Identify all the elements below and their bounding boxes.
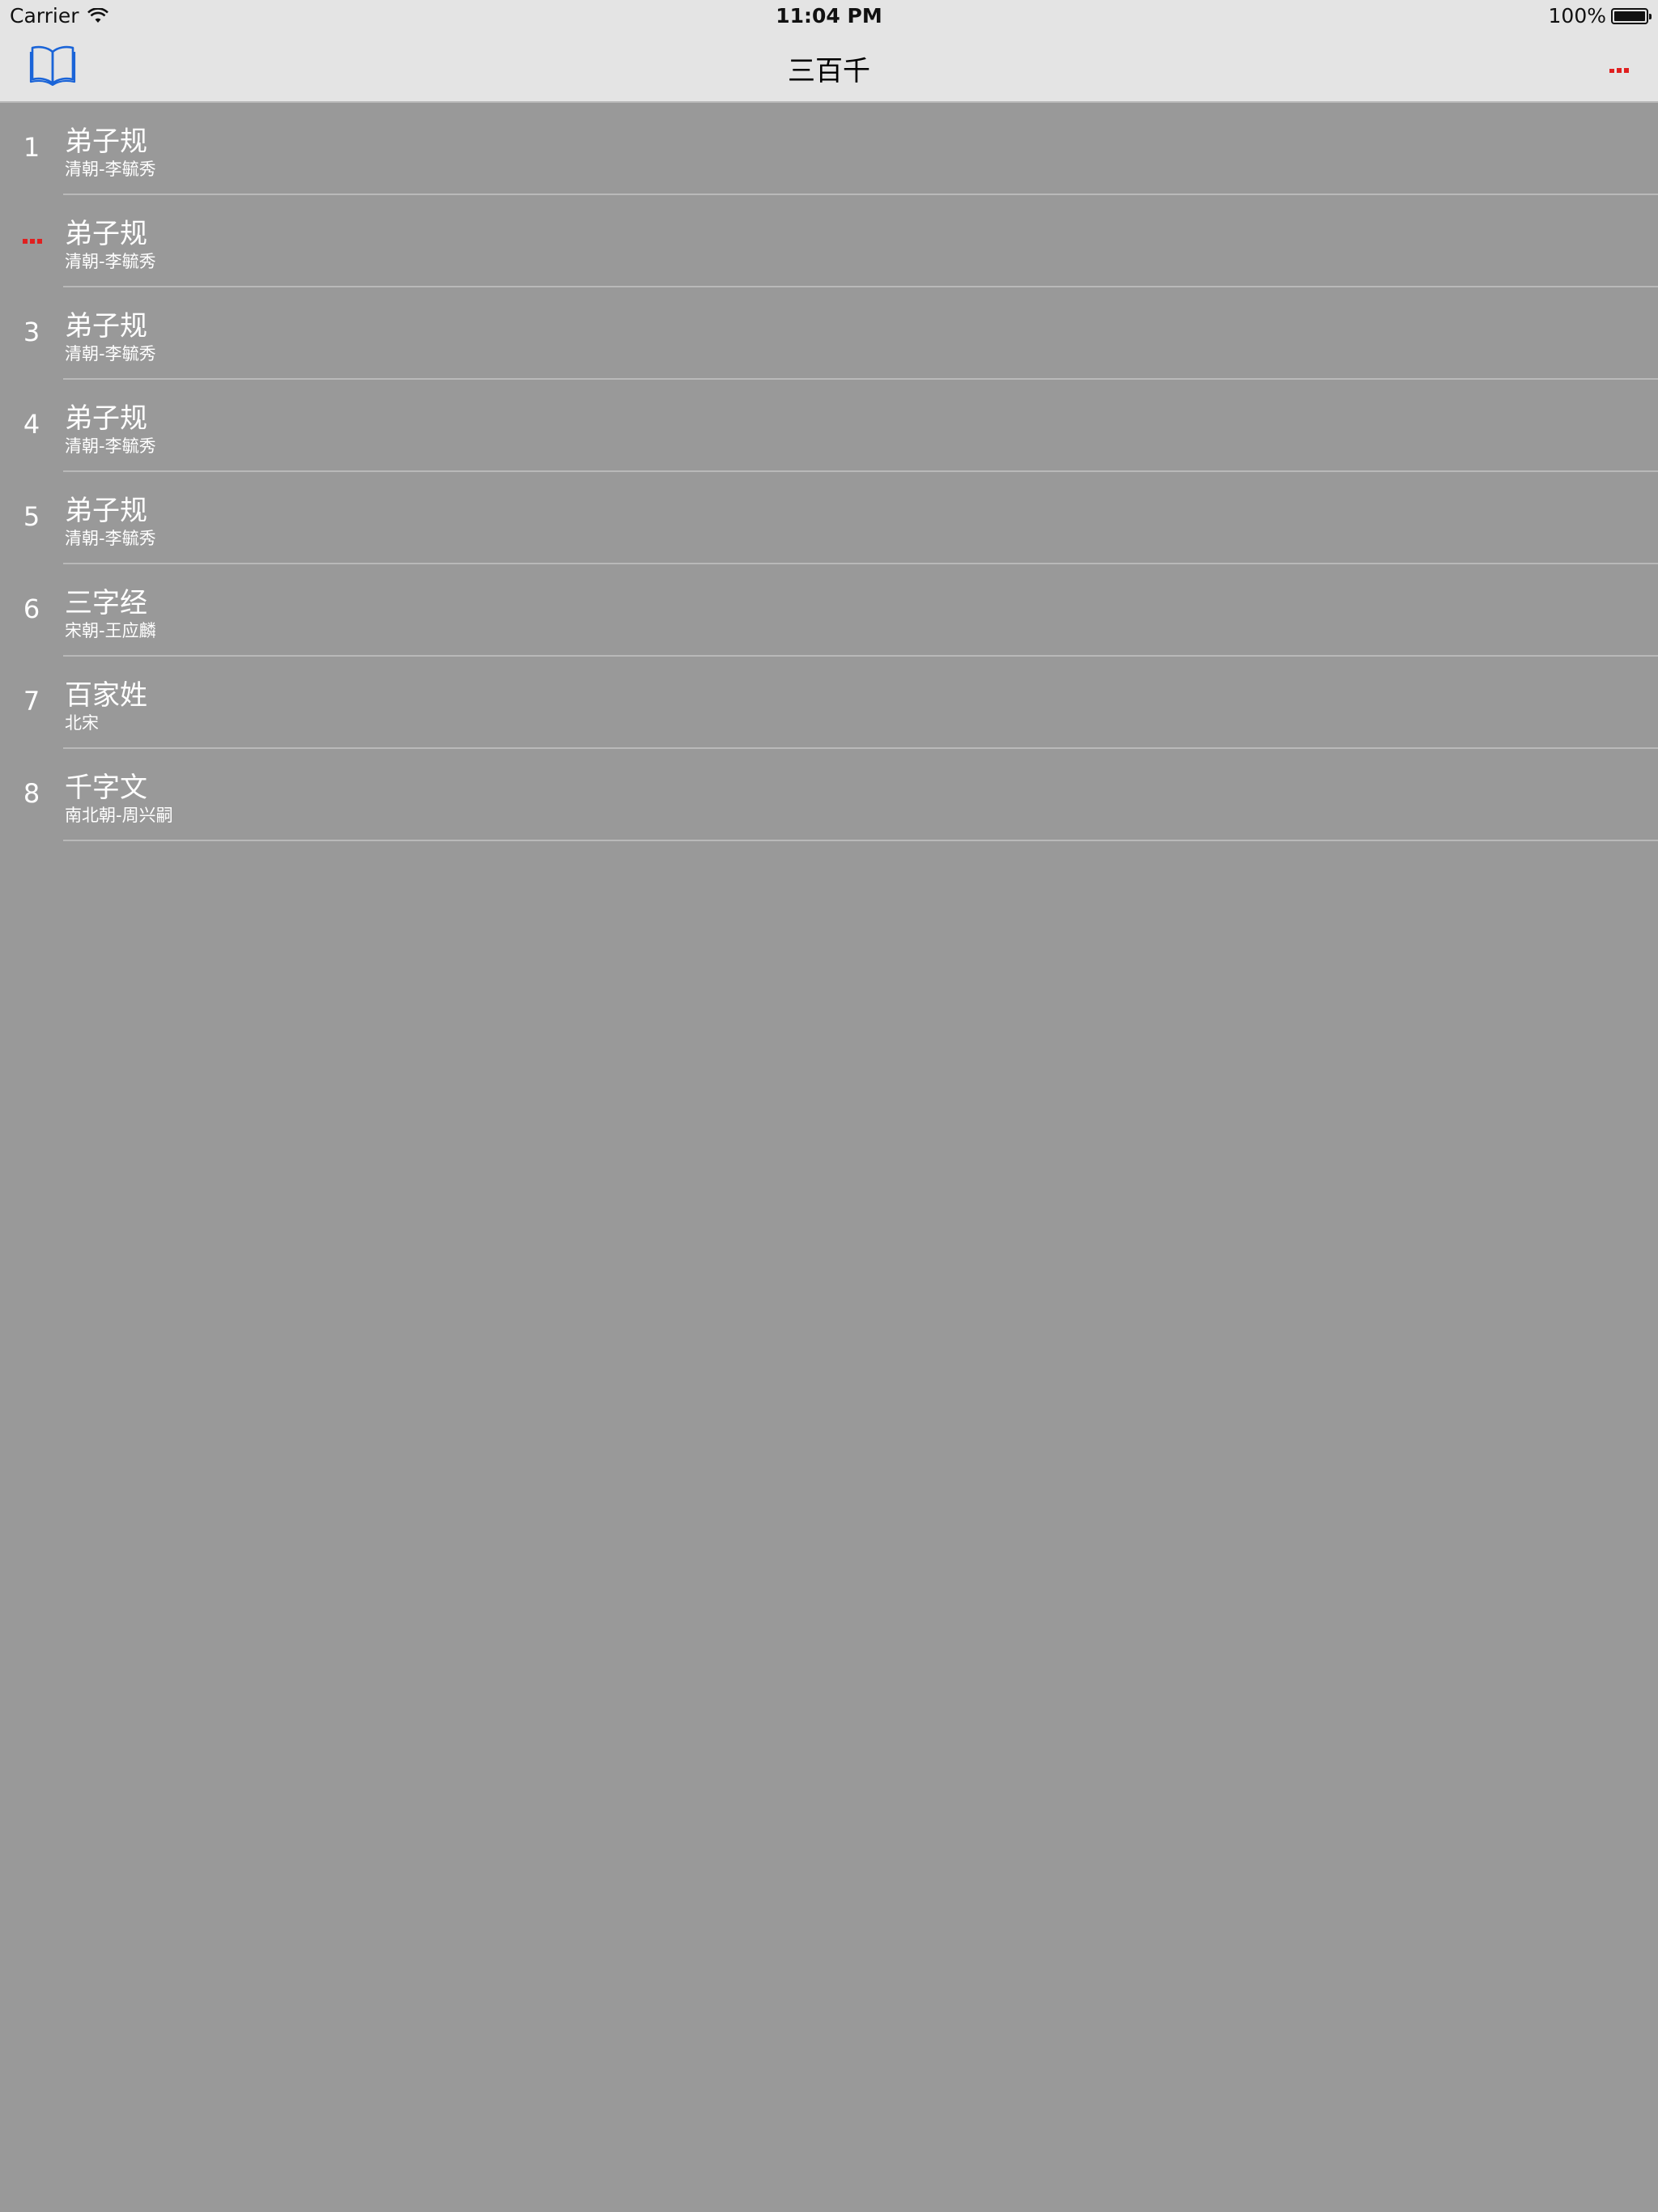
list-item[interactable]: 4 弟子规 清朝-李毓秀 bbox=[0, 380, 1658, 472]
row-title: 弟子规 bbox=[65, 495, 147, 527]
row-separator bbox=[63, 840, 1658, 841]
dot bbox=[30, 239, 35, 244]
list-item[interactable]: 3 弟子规 清朝-李毓秀 bbox=[0, 287, 1658, 380]
row-index: 3 bbox=[23, 317, 40, 347]
loading-dots-icon bbox=[23, 239, 42, 244]
row-author: 清朝-李毓秀 bbox=[65, 160, 156, 179]
status-time: 11:04 PM bbox=[776, 4, 882, 28]
row-author: 宋朝-王应麟 bbox=[65, 621, 156, 640]
list-item[interactable]: 6 三字经 宋朝-王应麟 bbox=[0, 564, 1658, 657]
dot bbox=[37, 239, 42, 244]
battery-percent: 100% bbox=[1548, 4, 1606, 28]
status-bar: Carrier 11:04 PM 100% bbox=[0, 0, 1658, 32]
row-index: 5 bbox=[23, 501, 40, 532]
row-author: 南北朝-周兴嗣 bbox=[65, 806, 173, 825]
row-title: 千字文 bbox=[65, 772, 147, 804]
list-item[interactable]: 8 千字文 南北朝-周兴嗣 bbox=[0, 749, 1658, 841]
row-index: 4 bbox=[23, 409, 40, 440]
more-dots-icon[interactable] bbox=[1609, 68, 1629, 73]
row-author: 清朝-李毓秀 bbox=[65, 529, 156, 548]
row-author: 北宋 bbox=[65, 713, 99, 733]
dot bbox=[23, 239, 28, 244]
row-index: 8 bbox=[23, 778, 40, 809]
row-title: 三字经 bbox=[65, 587, 147, 619]
row-title: 弟子规 bbox=[65, 402, 147, 435]
poem-list: 1 弟子规 清朝-李毓秀 弟子规 清朝-李毓秀 3 弟子规 清朝-李毓秀 4 弟… bbox=[0, 103, 1658, 841]
list-item[interactable]: 7 百家姓 北宋 bbox=[0, 657, 1658, 749]
nav-title: 三百千 bbox=[788, 55, 870, 87]
row-title: 百家姓 bbox=[65, 679, 147, 712]
navigation-bar: 三百千 bbox=[0, 32, 1658, 103]
battery-icon bbox=[1611, 7, 1652, 24]
list-item[interactable]: 5 弟子规 清朝-李毓秀 bbox=[0, 472, 1658, 564]
battery-group: 100% bbox=[1548, 4, 1652, 28]
row-author: 清朝-李毓秀 bbox=[65, 436, 156, 456]
list-item[interactable]: 1 弟子规 清朝-李毓秀 bbox=[0, 103, 1658, 195]
dot bbox=[1617, 68, 1622, 73]
dot bbox=[1624, 68, 1629, 73]
top-bar: Carrier 11:04 PM 100% 三百千 bbox=[0, 0, 1658, 103]
dot bbox=[1609, 69, 1614, 73]
row-index: 6 bbox=[23, 593, 40, 624]
battery-fill bbox=[1614, 11, 1645, 21]
row-title: 弟子规 bbox=[65, 125, 147, 158]
row-title: 弟子规 bbox=[65, 218, 147, 250]
row-title: 弟子规 bbox=[65, 310, 147, 342]
row-index: 7 bbox=[23, 686, 40, 717]
row-author: 清朝-李毓秀 bbox=[65, 252, 156, 271]
row-author: 清朝-李毓秀 bbox=[65, 344, 156, 364]
list-item[interactable]: 弟子规 清朝-李毓秀 bbox=[0, 195, 1658, 287]
row-index: 1 bbox=[23, 132, 40, 163]
